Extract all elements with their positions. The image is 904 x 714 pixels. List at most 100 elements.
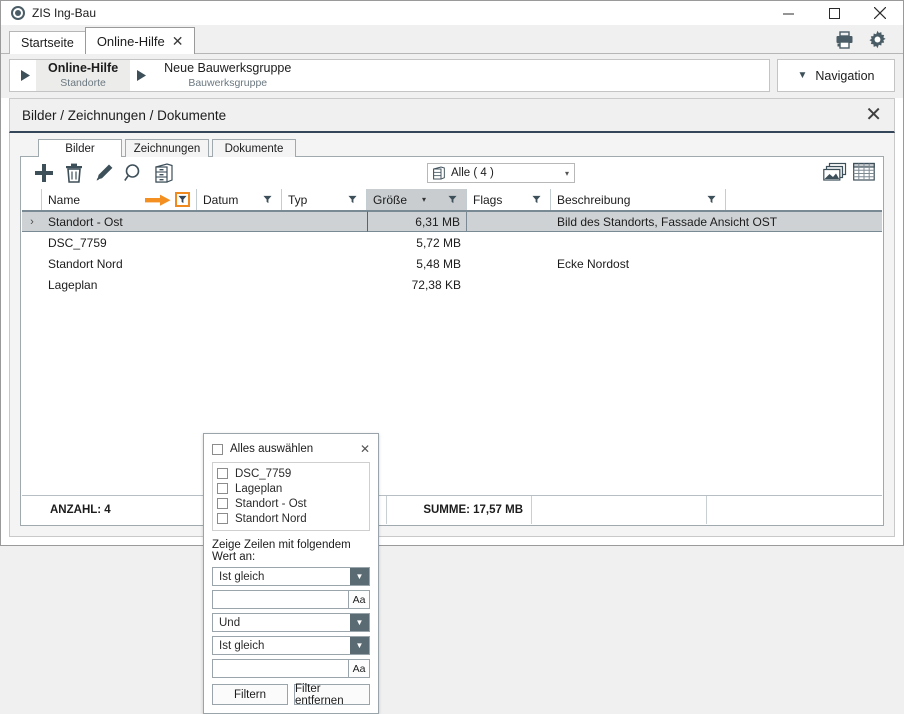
table-row[interactable]: › Standort - Ost 6,31 MB Bild des Stando…: [22, 211, 882, 232]
chevron-right-icon[interactable]: [130, 70, 152, 81]
tab-label: Startseite: [21, 36, 74, 50]
filter-icon[interactable]: [704, 192, 719, 207]
column-header-datum[interactable]: Datum: [197, 189, 282, 210]
filter-item-checkbox[interactable]: [217, 483, 228, 494]
column-header-name[interactable]: Name: [42, 189, 197, 210]
column-label: Datum: [203, 193, 238, 207]
filter-icon[interactable]: [445, 192, 460, 207]
apply-filter-button[interactable]: Filtern: [212, 684, 288, 705]
maximize-button[interactable]: [811, 1, 857, 25]
filter-operator-2-value: Ist gleich: [213, 640, 350, 652]
filter-item-label: Standort - Ost: [235, 498, 307, 510]
cell-name: Standort Nord: [42, 257, 197, 271]
scope-selector-value: Alle ( 4 ): [451, 167, 494, 179]
window-title: ZIS Ing-Bau: [32, 6, 96, 20]
column-header-flags[interactable]: Flags: [467, 189, 551, 210]
chevron-down-icon[interactable]: ▼: [350, 637, 369, 654]
column-label: Beschreibung: [557, 193, 630, 207]
printer-icon[interactable]: [835, 31, 854, 52]
filter-item-checkbox[interactable]: [217, 498, 228, 509]
navigation-button[interactable]: ▼ Navigation: [777, 59, 895, 92]
filter-value-list: DSC_7759 Lageplan Standort - Ost St: [212, 462, 370, 531]
grid-summary-bar: ANZAHL: 4 SUMME: 17,57 MB: [22, 495, 882, 524]
edit-icon[interactable]: [89, 159, 119, 187]
add-icon[interactable]: [29, 159, 59, 187]
summary-count: ANZAHL: 4: [42, 496, 217, 524]
archive-icon[interactable]: [149, 159, 179, 187]
select-all-checkbox[interactable]: [212, 444, 223, 455]
grid-header-row: Name Datum: [22, 189, 882, 211]
row-indicator: ›: [22, 216, 42, 228]
column-header-beschreibung[interactable]: Beschreibung: [551, 189, 726, 210]
filter-value-2-input[interactable]: [212, 659, 349, 678]
tab-startseite[interactable]: Startseite: [9, 31, 86, 54]
sub-tab-bar: Bilder Zeichnungen Dokumente: [20, 139, 884, 157]
cell-groesse: 5,48 MB: [367, 257, 467, 271]
summary-filler: [707, 496, 882, 524]
tab-online-hilfe[interactable]: Online-Hilfe ✕: [85, 27, 196, 54]
table-row[interactable]: Standort Nord 5,48 MB Ecke Nordost: [22, 253, 882, 274]
chevron-down-icon[interactable]: ▼: [350, 614, 369, 631]
filter-operator-2-select[interactable]: Ist gleich ▼: [212, 636, 370, 655]
title-bar: ZIS Ing-Bau: [1, 1, 903, 25]
filter-icon[interactable]: [529, 192, 544, 207]
filter-case-1-button[interactable]: Aa: [349, 590, 370, 609]
panel-close-icon[interactable]: ✕: [865, 105, 882, 125]
column-label: Typ: [288, 193, 307, 207]
gear-icon[interactable]: [868, 30, 887, 52]
close-icon[interactable]: ✕: [172, 34, 184, 48]
filter-operator-1-value: Ist gleich: [213, 571, 350, 583]
breadcrumb-item-online-hilfe[interactable]: Online-Hilfe Standorte: [36, 60, 130, 91]
delete-icon[interactable]: [59, 159, 89, 187]
summary-spacer: [22, 496, 42, 524]
breadcrumb-item-neue-bauwerksgruppe[interactable]: Neue Bauwerksgruppe Bauwerksgruppe: [152, 59, 303, 92]
filter-icon[interactable]: [345, 192, 360, 207]
tab-zeichnungen[interactable]: Zeichnungen: [125, 139, 209, 157]
tab-bilder[interactable]: Bilder: [38, 139, 122, 157]
filter-case-2-button[interactable]: Aa: [349, 659, 370, 678]
chevron-down-icon[interactable]: ▼: [350, 568, 369, 585]
scope-selector[interactable]: Alle ( 4 ) ▾: [427, 163, 575, 183]
grid-view-icon[interactable]: [853, 162, 875, 185]
chevron-down-icon: ▾: [565, 169, 569, 178]
filter-condition-label: Zeige Zeilen mit folgendem Wert an:: [212, 539, 370, 563]
table-row[interactable]: Lageplan 72,38 KB: [22, 274, 882, 295]
breadcrumb-item-title: Neue Bauwerksgruppe: [164, 61, 291, 77]
list-item[interactable]: Lageplan: [217, 481, 365, 496]
sub-tab-label: Dokumente: [225, 143, 284, 155]
close-icon[interactable]: ✕: [360, 443, 370, 455]
table-row[interactable]: DSC_7759 5,72 MB: [22, 232, 882, 253]
filter-value-1-input[interactable]: [212, 590, 349, 609]
close-button[interactable]: [857, 1, 903, 25]
clear-filter-button[interactable]: Filter entfernen: [294, 684, 370, 705]
filter-operator-1-select[interactable]: Ist gleich ▼: [212, 567, 370, 586]
column-header-groesse[interactable]: Größe ▾: [367, 189, 467, 210]
sub-tab-label: Zeichnungen: [134, 143, 201, 155]
list-item[interactable]: Standort - Ost: [217, 496, 365, 511]
filter-conjunction-select[interactable]: Und ▼: [212, 613, 370, 632]
archive-icon: [433, 166, 445, 180]
panel-content: Bilder Zeichnungen Dokumente: [9, 133, 895, 537]
grid-container: Alle ( 4 ) ▾: [20, 156, 884, 526]
cell-name: DSC_7759: [42, 236, 197, 250]
chevron-right-icon[interactable]: [14, 70, 36, 81]
filter-icon[interactable]: [175, 192, 190, 207]
filter-item-checkbox[interactable]: [217, 468, 228, 479]
minimize-button[interactable]: [765, 1, 811, 25]
list-item[interactable]: DSC_7759: [217, 466, 365, 481]
filter-select-all-row[interactable]: Alles auswählen ✕: [212, 440, 370, 458]
select-all-label: Alles auswählen: [230, 443, 313, 455]
filter-icon[interactable]: [260, 192, 275, 207]
tab-strip-actions: [835, 30, 903, 54]
gallery-view-icon[interactable]: [823, 162, 847, 185]
filter-item-checkbox[interactable]: [217, 513, 228, 524]
tab-dokumente[interactable]: Dokumente: [212, 139, 296, 157]
breadcrumb-item-title: Online-Hilfe: [48, 61, 118, 77]
cell-groesse: 6,31 MB: [367, 211, 467, 232]
summary-flags: [532, 496, 707, 524]
search-icon[interactable]: [119, 159, 149, 187]
list-item[interactable]: Standort Nord: [217, 511, 365, 526]
breadcrumb-item-subtitle: Standorte: [48, 77, 118, 90]
app-logo-icon: [11, 6, 25, 20]
column-header-typ[interactable]: Typ: [282, 189, 367, 210]
